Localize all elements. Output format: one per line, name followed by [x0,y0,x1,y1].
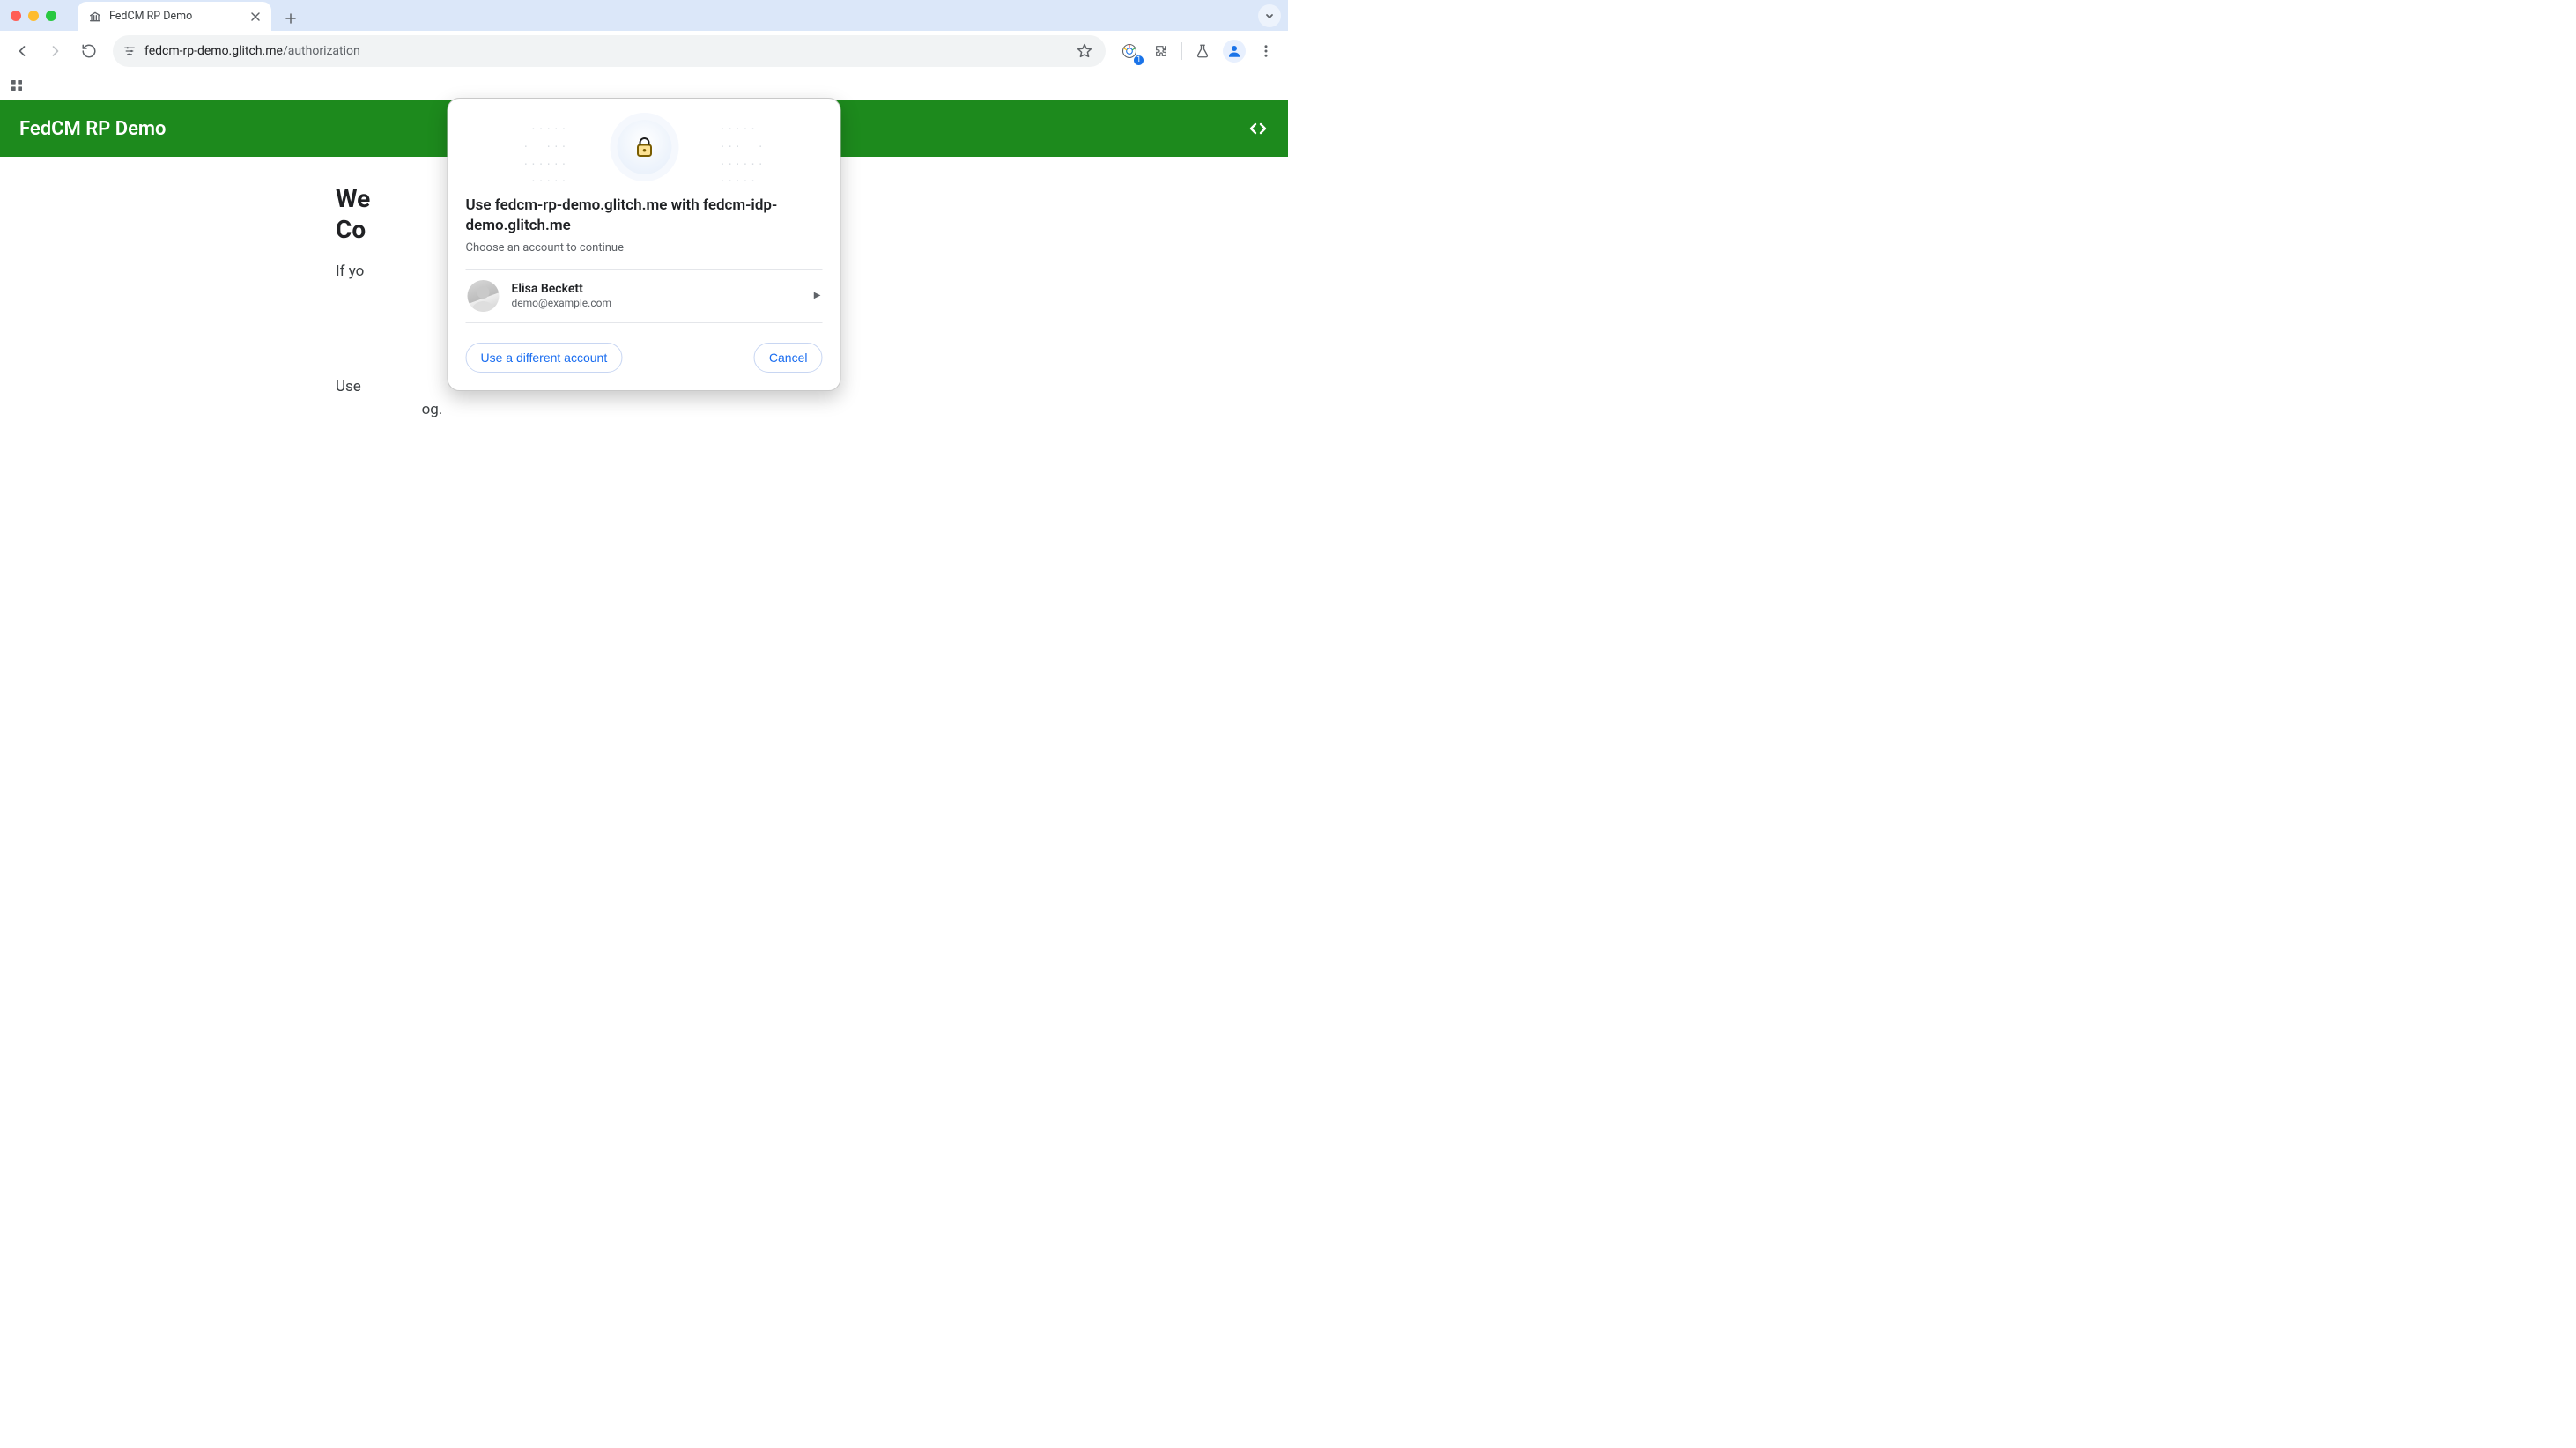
window-controls [0,0,67,31]
page-viewport: FedCM RP Demo We Co If yo lorem ipsum do… [0,100,1288,724]
site-settings-icon[interactable] [122,43,137,59]
hero-decorative-dots-left: ...... .............. [523,118,569,188]
para-frag-start: If yo [336,262,364,280]
devtools-code-icon[interactable] [1247,118,1269,139]
extension-chrome-icon[interactable]: 1 [1114,36,1144,66]
dialog-hero: ...... .............. ........ .........… [448,99,840,196]
account-text: Elisa Beckett demo@example.com [512,282,802,309]
profile-avatar-button[interactable] [1219,36,1249,66]
browser-toolbar: fedcm-rp-demo.glitch.me/authorization 1 [0,31,1288,71]
omnibox[interactable]: fedcm-rp-demo.glitch.me/authorization [113,35,1106,67]
dialog-subtitle: Choose an account to continue [466,241,823,255]
new-tab-button[interactable] [278,6,303,31]
fedcm-dialog: ...... .............. ........ .........… [448,98,841,391]
window-close-icon[interactable] [11,11,21,21]
forward-button[interactable] [41,36,70,66]
url-path: /authorization [283,44,360,58]
tab-title: FedCM RP Demo [109,10,241,23]
url-host: fedcm-rp-demo.glitch.me [144,44,283,58]
avatar [468,280,500,312]
account-name: Elisa Beckett [512,282,802,296]
extension-badge-count: 1 [1134,55,1144,65]
bottom-frag-end: og. [422,401,443,418]
close-tab-icon[interactable] [248,10,263,24]
heading-fragment-1: We [336,184,370,213]
heading-fragment-2: Co [336,215,366,244]
bottom-frag-start: Use [336,378,361,395]
back-button[interactable] [7,36,37,66]
dialog-title: Use fedcm-rp-demo.glitch.me with fedcm-i… [466,196,823,236]
hero-decorative-dots-right: ........ ............ [720,118,766,188]
labs-flask-icon[interactable] [1188,36,1218,66]
reload-button[interactable] [74,36,104,66]
chrome-menu-icon[interactable] [1251,36,1281,66]
bookmark-star-icon[interactable] [1072,39,1097,63]
lock-badge-icon [617,120,671,174]
toolbar-right-cluster: 1 [1114,36,1281,66]
omnibox-url: fedcm-rp-demo.glitch.me/authorization [144,44,1065,58]
browser-tab[interactable]: FedCM RP Demo [78,2,271,31]
cancel-button[interactable]: Cancel [754,343,823,373]
bookmarks-bar [0,71,1288,100]
window-zoom-icon[interactable] [46,11,56,21]
chevron-right-icon: ▶ [814,291,821,300]
browser-titlebar: FedCM RP Demo [0,0,1288,31]
app-title: FedCM RP Demo [19,118,166,140]
use-different-account-button[interactable]: Use a different account [466,343,623,373]
tab-search-chevron-icon[interactable] [1258,4,1281,27]
account-email: demo@example.com [512,297,802,309]
toolbar-divider [1181,42,1182,60]
site-favicon-icon [88,10,102,24]
extensions-puzzle-icon[interactable] [1146,36,1176,66]
window-minimize-icon[interactable] [28,11,39,21]
apps-grid-icon[interactable] [4,72,30,99]
account-option[interactable]: Elisa Beckett demo@example.com ▶ [466,269,823,323]
